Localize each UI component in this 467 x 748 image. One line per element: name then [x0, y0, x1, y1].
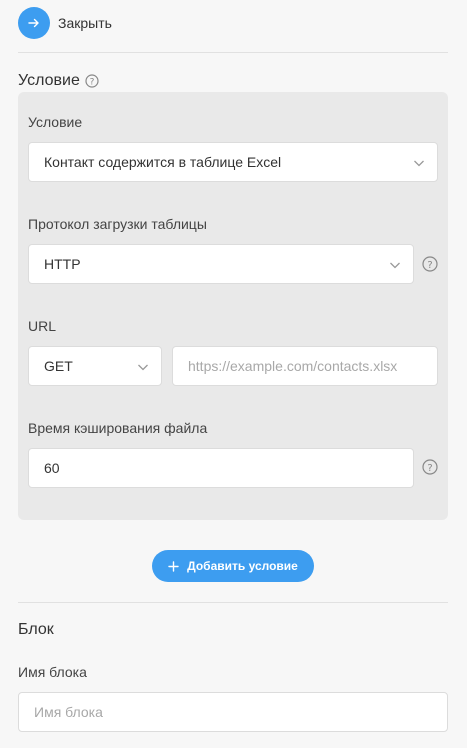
plus-icon	[168, 560, 179, 572]
chevron-down-icon	[389, 258, 401, 274]
block-name-label: Имя блока	[18, 664, 87, 680]
add-condition-label: Добавить условие	[187, 559, 298, 573]
svg-text:?: ?	[89, 77, 94, 87]
section-title-label: Условие	[18, 72, 80, 89]
svg-text:?: ?	[427, 463, 432, 474]
http-method-select[interactable]: GET	[28, 346, 162, 386]
chevron-down-icon	[137, 360, 149, 376]
protocol-select[interactable]: HTTP	[28, 244, 414, 284]
add-condition-button[interactable]: Добавить условие	[152, 550, 314, 582]
protocol-label: Протокол загрузки таблицы	[28, 216, 207, 232]
help-icon[interactable]: ?	[422, 256, 438, 277]
condition-label: Условие	[28, 114, 83, 130]
close-label: Закрыть	[58, 15, 112, 31]
chevron-down-icon	[413, 156, 425, 172]
close-button[interactable]: Закрыть	[18, 6, 112, 40]
section-title-condition: Условие ?	[18, 72, 99, 90]
svg-text:?: ?	[427, 260, 432, 271]
block-name-input[interactable]: Имя блока	[18, 692, 448, 732]
protocol-select-value: HTTP	[44, 256, 81, 272]
block-name-placeholder: Имя блока	[34, 704, 103, 720]
cache-time-value: 60	[44, 460, 60, 476]
cache-time-input[interactable]: 60	[28, 448, 414, 488]
condition-select[interactable]: Контакт содержится в таблице Excel	[28, 142, 438, 182]
http-method-value: GET	[44, 358, 73, 374]
divider	[18, 602, 448, 603]
url-label: URL	[28, 318, 57, 334]
cache-time-label: Время кэширования файла	[28, 420, 208, 436]
help-icon[interactable]: ?	[85, 74, 99, 88]
url-input-placeholder: https://example.com/contacts.xlsx	[188, 358, 398, 374]
help-icon[interactable]: ?	[422, 459, 438, 480]
section-title-block: Блок	[18, 621, 54, 638]
condition-select-value: Контакт содержится в таблице Excel	[44, 154, 282, 170]
url-input[interactable]: https://example.com/contacts.xlsx	[172, 346, 438, 386]
arrow-right-icon[interactable]	[18, 7, 50, 39]
divider	[18, 52, 448, 53]
